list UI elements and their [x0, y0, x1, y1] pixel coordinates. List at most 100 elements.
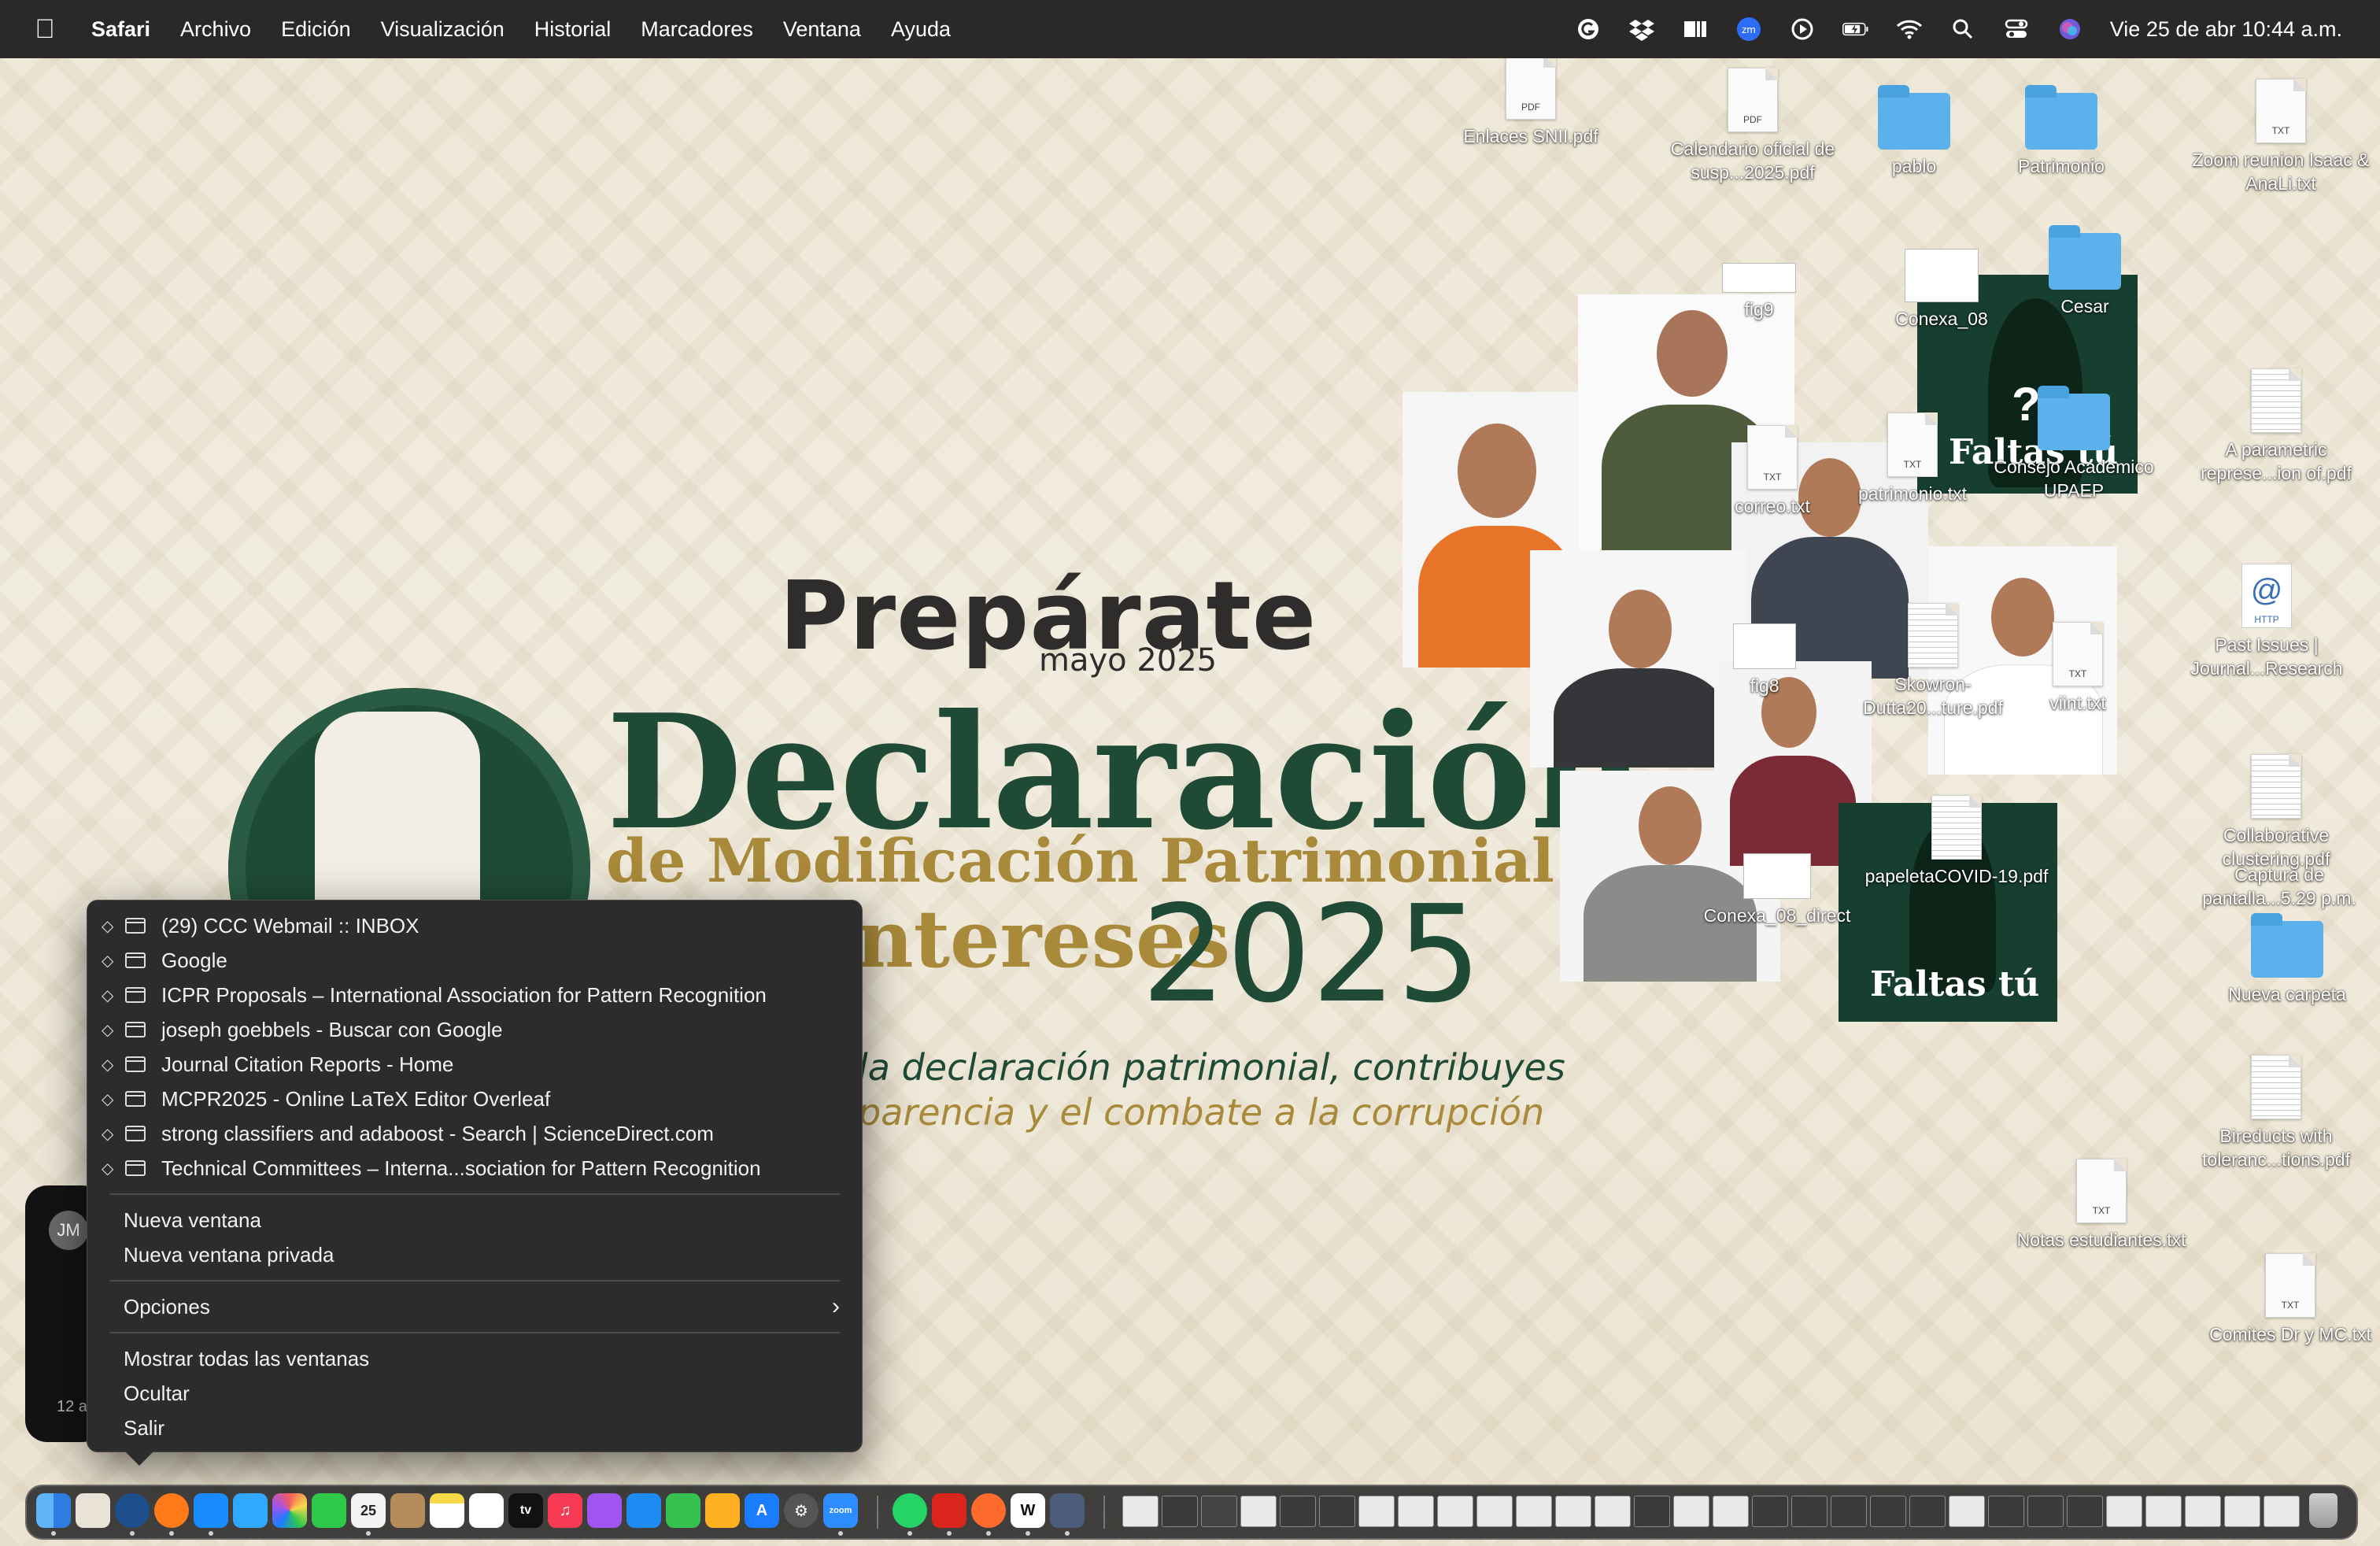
menu-window-item[interactable]: ◇ MCPR2025 - Online LaTeX Editor Overlea…: [87, 1082, 862, 1116]
zoom-icon[interactable]: zm: [1735, 16, 1762, 43]
menu-window-item[interactable]: ◇ Technical Committees – Interna...socia…: [87, 1151, 862, 1185]
dock-minimized-window[interactable]: [1988, 1496, 2024, 1527]
menu-ventana[interactable]: Ventana: [783, 17, 861, 42]
desktop-icon-papeleta[interactable]: papeletaCOVID-19.pdf: [1862, 795, 2051, 888]
menu-window-item[interactable]: ◇ joseph goebbels - Buscar con Google: [87, 1012, 862, 1047]
desktop-icon-fig9[interactable]: fig9: [1665, 263, 1853, 321]
dock-minimized-window[interactable]: [2264, 1496, 2300, 1527]
dock-minimized-window[interactable]: [1752, 1496, 1788, 1527]
dock-appstore-icon[interactable]: A: [745, 1493, 779, 1528]
dock-maps-icon[interactable]: [233, 1493, 268, 1528]
desktop-icon-nueva-carpeta[interactable]: Nueva carpeta: [2193, 913, 2380, 1006]
dock-minimized-window[interactable]: [2027, 1496, 2064, 1527]
dock-numbers-icon[interactable]: [666, 1493, 700, 1528]
dock-minimized-window[interactable]: [1319, 1496, 1355, 1527]
dock-preview-icon[interactable]: [1050, 1493, 1085, 1536]
dock-trash-icon[interactable]: [2309, 1493, 2338, 1528]
dock-minimized-window[interactable]: [2067, 1496, 2103, 1527]
desktop-icon-comites[interactable]: TXT Comites Dr y MC.txt: [2196, 1253, 2380, 1346]
desktop-icon-captura[interactable]: Captura de pantalla...5.29 p.m.: [2193, 858, 2366, 910]
dock-minimized-window[interactable]: [1909, 1496, 1946, 1527]
camera-menu-icon[interactable]: [1682, 16, 1709, 43]
desktop-icon-zoom-reunion[interactable]: TXT Zoom reunion Isaac & AnaLi.txt: [2186, 79, 2375, 195]
menu-window-item[interactable]: ◇ Journal Citation Reports - Home: [87, 1047, 862, 1082]
dock-launchpad-icon[interactable]: [76, 1493, 110, 1528]
search-icon[interactable]: [1949, 16, 1976, 43]
desktop-icon-viint[interactable]: TXT viint.txt: [1983, 622, 2172, 715]
dock-minimized-window[interactable]: [1476, 1496, 1513, 1527]
dock-minimized-window[interactable]: [1555, 1496, 1591, 1527]
dock-minimized-window[interactable]: [1358, 1496, 1395, 1527]
menu-ayuda[interactable]: Ayuda: [891, 17, 951, 42]
menu-app-safari[interactable]: Safari: [91, 17, 150, 42]
dock-minimized-window[interactable]: [2224, 1496, 2260, 1527]
menu-visualizacion[interactable]: Visualización: [381, 17, 504, 42]
dock-music-icon[interactable]: ♫: [548, 1493, 582, 1528]
dock-podcasts-icon[interactable]: [587, 1493, 622, 1528]
dock-minimized-window[interactable]: [1437, 1496, 1473, 1527]
dock-minimized-window[interactable]: [1791, 1496, 1828, 1527]
dock-facetime-icon[interactable]: [312, 1493, 346, 1528]
desktop-icon-patrimonio-txt[interactable]: TXT patrimonio.txt: [1818, 412, 2007, 505]
play-circle-icon[interactable]: [1789, 16, 1816, 43]
menu-window-item[interactable]: ◇ Google: [87, 943, 862, 978]
desktop-icon-patrimonio-folder[interactable]: Patrimonio: [1967, 85, 2156, 178]
menubar-clock[interactable]: Vie 25 de abr 10:44 a.m.: [2110, 17, 2342, 42]
menu-show-all-windows[interactable]: Mostrar todas las ventanas: [87, 1341, 862, 1376]
dock-pages-icon[interactable]: [705, 1493, 740, 1528]
menu-edicion[interactable]: Edición: [281, 17, 351, 42]
desktop-icon-parametric[interactable]: A parametric represe...ion of.pdf: [2182, 368, 2371, 485]
dock-minimized-window[interactable]: [2106, 1496, 2142, 1527]
menu-historial[interactable]: Historial: [534, 17, 612, 42]
menu-new-private-window[interactable]: Nueva ventana privada: [87, 1237, 862, 1272]
dock-minimized-window[interactable]: [1201, 1496, 1237, 1527]
dock-minimized-window[interactable]: [1122, 1496, 1159, 1527]
menu-options[interactable]: Opciones ›: [87, 1289, 862, 1324]
desktop-icon-notas[interactable]: TXT Notas estudiantes.txt: [2007, 1159, 2196, 1252]
dock-keynote-icon[interactable]: [626, 1493, 661, 1528]
dock-minimized-window[interactable]: [1870, 1496, 1906, 1527]
dock-notes-icon[interactable]: [430, 1493, 464, 1528]
dock-mail-icon[interactable]: [194, 1493, 228, 1536]
dock-finder-icon[interactable]: [36, 1493, 71, 1536]
dock-appletv-icon[interactable]: tv: [508, 1493, 543, 1528]
desktop-icon-calendario[interactable]: PDF Calendario oficial de susp...2025.pd…: [1658, 68, 1847, 184]
dock-photos-icon[interactable]: [272, 1493, 307, 1528]
dock-firefox2-icon[interactable]: [971, 1493, 1006, 1536]
dock-settings-icon[interactable]: ⚙: [784, 1493, 819, 1528]
battery-icon[interactable]: [1842, 16, 1869, 43]
menu-window-item[interactable]: ◇ (29) CCC Webmail :: INBOX: [87, 908, 862, 943]
desktop-icon-consejo-upaep[interactable]: Consejo Academico UPAEP: [1979, 386, 2168, 502]
dock-minimized-window[interactable]: [1516, 1496, 1552, 1527]
menu-archivo[interactable]: Archivo: [180, 17, 251, 42]
dock-whatsapp-icon[interactable]: [893, 1493, 927, 1536]
menu-window-item[interactable]: ◇ strong classifiers and adaboost - Sear…: [87, 1116, 862, 1151]
dock-calendar-icon[interactable]: 25: [351, 1493, 386, 1536]
dock-minimized-window[interactable]: [1280, 1496, 1316, 1527]
apple-menu-icon[interactable]: : [30, 14, 60, 45]
dock-minimized-window[interactable]: [1949, 1496, 1985, 1527]
dropbox-icon[interactable]: [1628, 16, 1655, 43]
menu-window-item[interactable]: ◇ ICPR Proposals – International Associa…: [87, 978, 862, 1012]
dock-minimized-window[interactable]: [2145, 1496, 2182, 1527]
dock-minimized-window[interactable]: [1713, 1496, 1749, 1527]
desktop-icon-fig8[interactable]: fig8: [1670, 623, 1859, 697]
menu-quit[interactable]: Salir: [87, 1411, 862, 1445]
desktop-icon-collaborative[interactable]: Collaborative clustering.pdf: [2182, 754, 2371, 871]
desktop-icon-cesar[interactable]: Cesar: [1990, 225, 2179, 318]
grammarly-icon[interactable]: [1575, 16, 1602, 43]
dock-minimized-window[interactable]: [1162, 1496, 1198, 1527]
desktop-icon-enlaces-snii[interactable]: PDF Enlaces SNII.pdf: [1436, 55, 1625, 148]
dock-zoom-icon[interactable]: zoom: [823, 1493, 858, 1536]
menu-new-window[interactable]: Nueva ventana: [87, 1203, 862, 1237]
dock-minimized-window[interactable]: [1673, 1496, 1709, 1527]
dock-minimized-window[interactable]: [1240, 1496, 1277, 1527]
menu-hide[interactable]: Ocultar: [87, 1376, 862, 1411]
desktop-icon-past-issues[interactable]: @ HTTP Past Issues | Journal...Research: [2172, 564, 2361, 680]
desktop-icon-bireducts[interactable]: Bireducts with toleranc...tions.pdf: [2182, 1055, 2371, 1171]
dock-minimized-window[interactable]: [1595, 1496, 1631, 1527]
menu-marcadores[interactable]: Marcadores: [641, 17, 753, 42]
dock-firefox-icon[interactable]: [154, 1493, 189, 1536]
dock-acrobat-icon[interactable]: [932, 1493, 966, 1536]
desktop-icon-conexa-08-direct[interactable]: Conexa_08_direct: [1683, 853, 1872, 927]
